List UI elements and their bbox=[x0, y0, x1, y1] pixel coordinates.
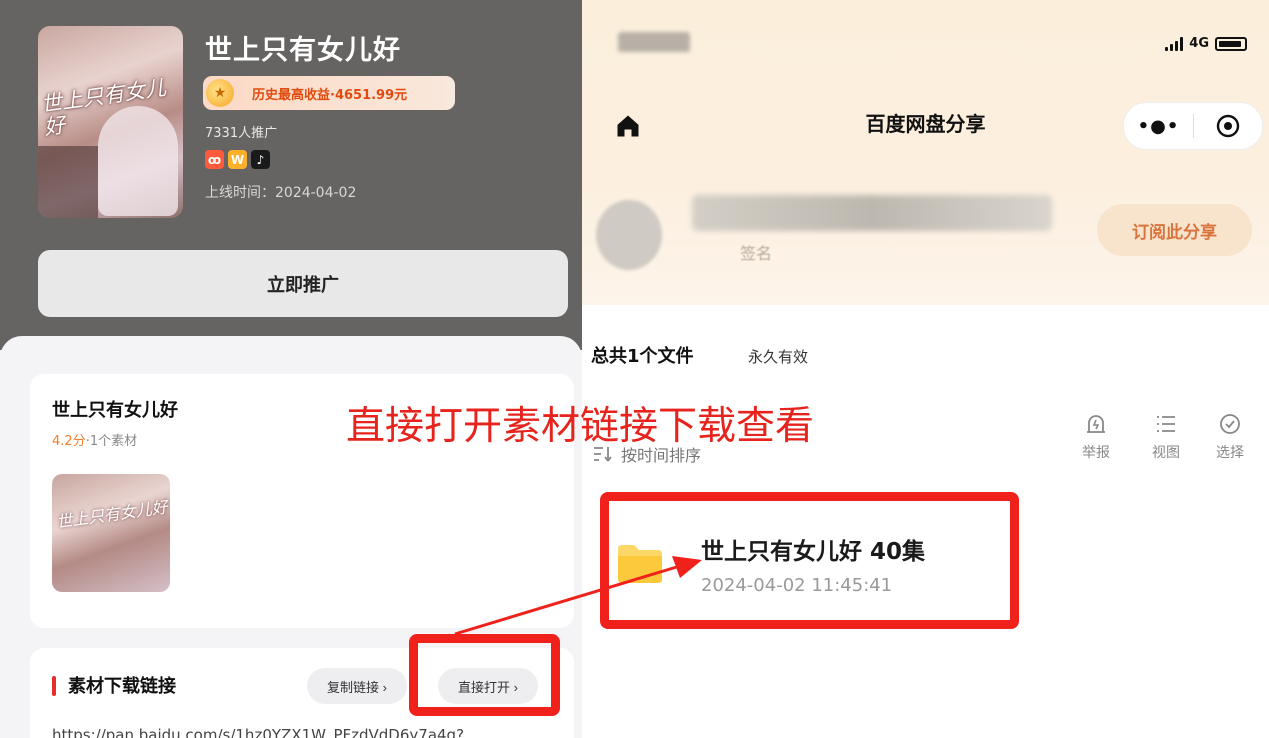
revenue-badge: ★ 历史最高收益·4651.99元 bbox=[203, 76, 455, 110]
file-count: 总共1个文件 bbox=[591, 346, 694, 367]
sharer-name-blurred bbox=[692, 195, 1052, 231]
status-bar-right: 4G bbox=[1165, 36, 1247, 51]
drama-cover[interactable]: 世上只有女儿好 bbox=[38, 26, 183, 218]
highlight-box-open-button bbox=[409, 634, 560, 716]
material-score: 4.2分 bbox=[52, 434, 86, 449]
link-validity: 永久有效 bbox=[748, 348, 809, 366]
subscribe-share-button[interactable]: 订阅此分享 bbox=[1097, 204, 1252, 256]
material-count: ·1个素材 bbox=[85, 434, 138, 449]
cover-figure-2 bbox=[38, 146, 98, 218]
section-accent-bar bbox=[52, 676, 56, 696]
promote-now-button[interactable]: 立即推广 bbox=[38, 250, 568, 317]
kuaishou-icon: ꝏ bbox=[205, 150, 224, 169]
promoter-count: 7331人推广 bbox=[205, 126, 278, 141]
sharer-signature: 签名 bbox=[740, 244, 773, 263]
annotation-text: 直接打开素材链接下载查看 bbox=[346, 404, 815, 449]
wx-channels-icon: W bbox=[228, 150, 247, 169]
online-date: 上线时间：2024-04-02 bbox=[205, 185, 357, 201]
thumbnail-title: 世上只有女儿好 bbox=[55, 497, 169, 532]
more-options-icon[interactable]: •●• bbox=[1124, 116, 1193, 137]
check-circle-icon bbox=[1210, 410, 1250, 438]
battery-icon bbox=[1215, 36, 1247, 51]
miniapp-capsule: •●• bbox=[1123, 102, 1263, 150]
material-title: 世上只有女儿好 bbox=[52, 400, 178, 421]
report-label: 举报 bbox=[1082, 445, 1110, 461]
list-view-icon bbox=[1146, 410, 1186, 438]
report-tool[interactable]: 举报 bbox=[1076, 410, 1116, 462]
douyin-icon: ♪ bbox=[251, 150, 270, 169]
material-meta: 4.2分·1个素材 bbox=[52, 430, 137, 449]
view-tool[interactable]: 视图 bbox=[1146, 410, 1186, 462]
signal-icon bbox=[1165, 36, 1184, 51]
report-icon bbox=[1076, 410, 1116, 438]
select-label: 选择 bbox=[1216, 445, 1244, 461]
close-miniapp-icon[interactable] bbox=[1194, 114, 1262, 138]
drama-title: 世上只有女儿好 bbox=[205, 35, 401, 66]
promotion-panel: 世上只有女儿好 世上只有女儿好 ★ 历史最高收益·4651.99元 7331人推… bbox=[0, 0, 582, 738]
view-label: 视图 bbox=[1152, 445, 1180, 461]
coin-icon: ★ bbox=[206, 79, 234, 107]
sharer-avatar[interactable] bbox=[596, 200, 662, 270]
copy-link-button[interactable]: 复制链接 › bbox=[307, 668, 407, 704]
revenue-text: 历史最高收益·4651.99元 bbox=[252, 87, 408, 103]
select-tool[interactable]: 选择 bbox=[1210, 410, 1250, 462]
highlight-box-folder bbox=[600, 492, 1019, 629]
status-time-blurred bbox=[618, 32, 690, 52]
download-url[interactable]: https://pan.baidu.com/s/1hz0YZX1W_PFzdVd… bbox=[52, 726, 464, 738]
network-type: 4G bbox=[1189, 36, 1209, 51]
download-section-title: 素材下载链接 bbox=[68, 676, 176, 697]
platform-icons: ꝏ W ♪ bbox=[205, 150, 270, 169]
material-thumbnail[interactable]: 世上只有女儿好 bbox=[52, 474, 170, 592]
drama-header: 世上只有女儿好 世上只有女儿好 ★ 历史最高收益·4651.99元 7331人推… bbox=[0, 0, 582, 350]
